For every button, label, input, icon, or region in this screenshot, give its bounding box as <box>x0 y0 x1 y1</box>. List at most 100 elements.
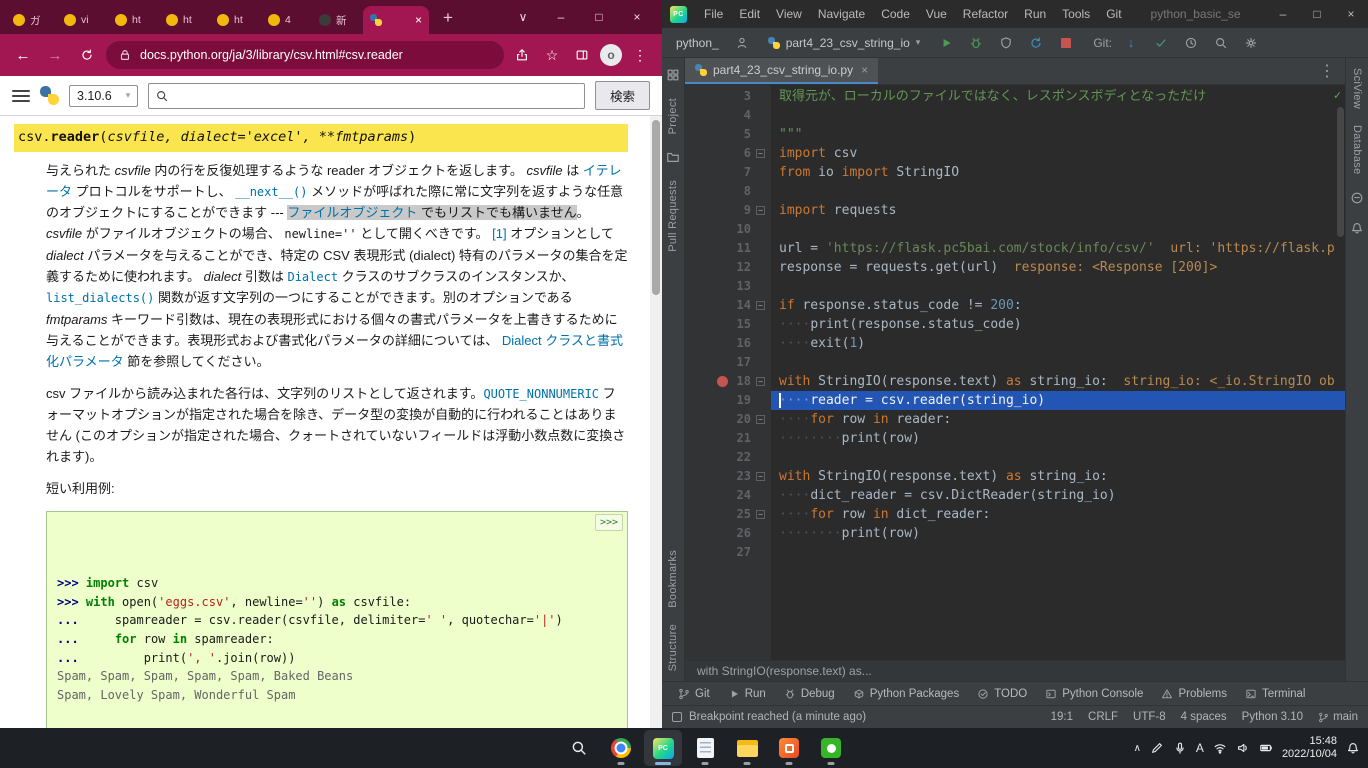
taskbar-chrome-button[interactable] <box>602 730 640 766</box>
docs-search-button[interactable]: 検索 <box>595 81 650 110</box>
editor-line[interactable]: 14−if response.status_code != 200: <box>685 296 1345 315</box>
doc-link[interactable]: [1] <box>492 226 506 241</box>
git-commit-button[interactable] <box>1150 32 1172 54</box>
editor-line[interactable]: 24····dict_reader = csv.DictReader(strin… <box>685 486 1345 505</box>
menu-refactor[interactable]: Refactor <box>956 4 1015 24</box>
caret-position[interactable]: 19:1 <box>1051 711 1073 723</box>
share-button[interactable] <box>510 43 534 67</box>
bookmark-button[interactable]: ☆ <box>540 43 564 67</box>
version-selector[interactable]: 3.10.6 ▾ <box>69 85 138 107</box>
stripe-project[interactable]: Project <box>667 98 679 134</box>
line-number[interactable]: 10 <box>737 220 751 239</box>
editor-line[interactable]: 10 <box>685 220 1345 239</box>
address-bar[interactable]: docs.python.org/ja/3/library/csv.html#cs… <box>106 41 504 69</box>
menu-git[interactable]: Git <box>1099 4 1128 24</box>
line-number[interactable]: 26 <box>737 524 751 543</box>
taskbar-app-orange-button[interactable] <box>770 730 808 766</box>
doc-link[interactable]: ファイルオブジェクト <box>287 205 417 220</box>
line-number[interactable]: 27 <box>737 543 751 562</box>
fold-marker-icon[interactable]: − <box>756 206 765 215</box>
fold-marker-icon[interactable]: − <box>756 301 765 310</box>
line-number[interactable]: 12 <box>737 258 751 277</box>
tab-search-icon[interactable]: ∨ <box>504 0 542 34</box>
pen-icon[interactable] <box>1150 741 1164 755</box>
line-number[interactable]: 8 <box>744 182 751 201</box>
line-number[interactable]: 21 <box>737 429 751 448</box>
page-scrollbar[interactable] <box>650 116 662 728</box>
fold-marker-icon[interactable]: − <box>756 510 765 519</box>
editor-line[interactable]: 26········print(row) <box>685 524 1345 543</box>
editor-line[interactable]: 23−with StringIO(response.text) as strin… <box>685 467 1345 486</box>
close-button[interactable]: × <box>618 0 656 34</box>
menu-view[interactable]: View <box>769 4 809 24</box>
github-copilot-icon[interactable] <box>1350 191 1364 205</box>
notifications-bell-icon[interactable] <box>1350 221 1364 235</box>
file-encoding[interactable]: UTF-8 <box>1133 711 1166 723</box>
taskbar-notepad-button[interactable] <box>686 730 724 766</box>
notification-bell-icon[interactable] <box>1346 741 1360 755</box>
close-button[interactable]: × <box>1334 0 1368 28</box>
doc-link[interactable]: list_dialects() <box>46 291 154 305</box>
minimize-button[interactable]: – <box>542 0 580 34</box>
prompt-toggle-button[interactable]: >>> <box>595 514 623 532</box>
tab-options-icon[interactable]: ⋮ <box>1309 58 1345 84</box>
user-button[interactable] <box>731 32 753 54</box>
menu-tools[interactable]: Tools <box>1055 4 1097 24</box>
editor-line[interactable]: 5""" <box>685 125 1345 144</box>
rerun-button[interactable] <box>1025 32 1047 54</box>
maximize-button[interactable]: □ <box>580 0 618 34</box>
run-config-selector[interactable]: part4_23_csv_string_io ▾ <box>761 34 928 52</box>
editor-line[interactable]: 9−import requests <box>685 201 1345 220</box>
line-number[interactable]: 4 <box>744 106 751 125</box>
taskbar-windows-button[interactable] <box>518 730 556 766</box>
editor-line[interactable]: 13 <box>685 277 1345 296</box>
new-tab-button[interactable]: + <box>435 4 461 30</box>
folder-icon[interactable] <box>666 150 680 164</box>
line-number[interactable]: 19 <box>737 391 751 410</box>
editor-line[interactable]: 20−····for row in reader: <box>685 410 1345 429</box>
menu-code[interactable]: Code <box>874 4 917 24</box>
browser-tab[interactable]: ガ <box>6 6 56 34</box>
line-number[interactable]: 9 <box>744 201 751 220</box>
python-logo-icon[interactable] <box>40 86 59 105</box>
editor-line[interactable]: 16····exit(1) <box>685 334 1345 353</box>
taskbar-explorer-button[interactable] <box>728 730 766 766</box>
stripe-sciview[interactable]: SciView <box>1351 68 1363 109</box>
hamburger-menu-icon[interactable] <box>12 90 30 102</box>
tool-window-python-packages[interactable]: Python Packages <box>845 686 968 702</box>
fold-marker-icon[interactable]: − <box>756 472 765 481</box>
reload-button[interactable] <box>74 42 100 68</box>
menu-edit[interactable]: Edit <box>732 4 767 24</box>
fold-marker-icon[interactable]: − <box>756 149 765 158</box>
line-number[interactable]: 17 <box>737 353 751 372</box>
project-widget[interactable]: python_ <box>672 34 723 52</box>
browser-tab[interactable]: vi <box>57 6 107 34</box>
editor-line[interactable]: 11url = 'https://flask.pc5bai.com/stock/… <box>685 239 1345 258</box>
code-editor[interactable]: 3取得元が、ローカルのファイルではなく、レスポンスボディとなっただけ45"""6… <box>685 85 1345 660</box>
stripe-bookmarks[interactable]: Bookmarks <box>667 550 679 608</box>
line-number[interactable]: 24 <box>737 486 751 505</box>
editor-line[interactable]: 15····print(response.status_code) <box>685 315 1345 334</box>
editor-line[interactable]: 17 <box>685 353 1345 372</box>
line-number[interactable]: 13 <box>737 277 751 296</box>
editor-line[interactable]: 7from io import StringIO <box>685 163 1345 182</box>
browser-tab[interactable]: 4 <box>261 6 311 34</box>
inspections-ok-icon[interactable]: ✓ <box>1334 88 1341 102</box>
editor-line[interactable]: 22 <box>685 448 1345 467</box>
volume-icon[interactable] <box>1236 741 1250 755</box>
line-number[interactable]: 25 <box>737 505 751 524</box>
tool-window-run[interactable]: Run <box>720 686 774 702</box>
browser-tab[interactable]: 新 <box>312 6 362 34</box>
tool-window-terminal[interactable]: Terminal <box>1237 686 1313 702</box>
doc-link[interactable]: Dialect <box>287 270 338 284</box>
editor-line[interactable]: 3取得元が、ローカルのファイルではなく、レスポンスボディとなっただけ <box>685 87 1345 106</box>
editor-line[interactable]: 19····reader = csv.reader(string_io) <box>685 391 1345 410</box>
forward-button[interactable]: → <box>42 42 68 68</box>
fold-marker-icon[interactable]: − <box>756 415 765 424</box>
editor-line[interactable]: 4 <box>685 106 1345 125</box>
clock[interactable]: 15:48 2022/10/04 <box>1282 735 1337 762</box>
tab-close-icon[interactable]: × <box>861 63 868 77</box>
fold-marker-icon[interactable]: − <box>756 377 765 386</box>
settings-button[interactable] <box>1240 32 1262 54</box>
line-number[interactable]: 6 <box>744 144 751 163</box>
